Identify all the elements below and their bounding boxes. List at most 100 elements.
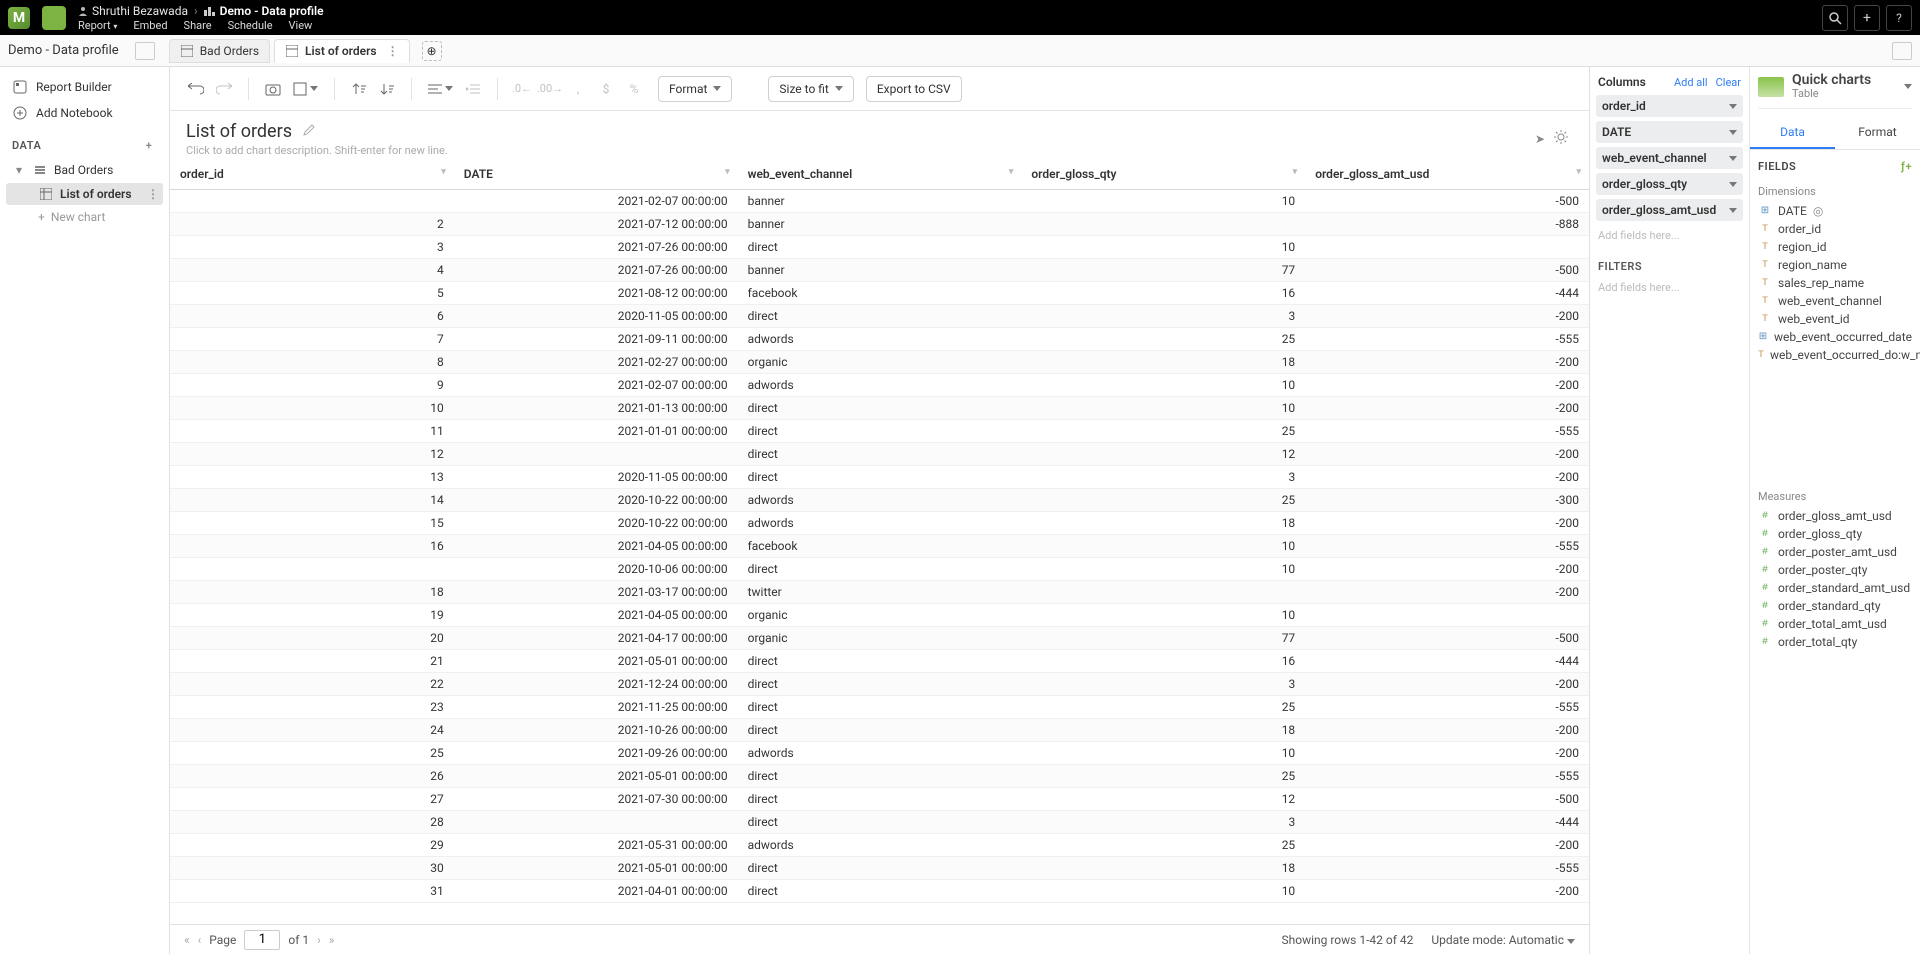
- add-tab-button[interactable]: ⊕: [422, 41, 442, 61]
- tab-bad-orders[interactable]: Bad Orders: [169, 39, 270, 63]
- app-logo[interactable]: M: [8, 7, 30, 29]
- screenshot-button[interactable]: [261, 77, 285, 101]
- table-row[interactable]: 42021-07-26 00:00:00banner77-500: [170, 259, 1589, 282]
- field-date[interactable]: ⊞DATE ◎: [1758, 202, 1912, 220]
- sort-asc-button[interactable]: [347, 77, 371, 101]
- align-dropdown[interactable]: [424, 77, 457, 101]
- panel-toggle-right[interactable]: [1892, 42, 1912, 60]
- table-row[interactable]: 82021-02-27 00:00:00organic18-200: [170, 351, 1589, 374]
- comma-button[interactable]: ,: [566, 77, 590, 101]
- size-to-fit-dropdown[interactable]: Size to fit: [768, 76, 853, 102]
- table-row[interactable]: 32021-07-26 00:00:00direct10: [170, 236, 1589, 259]
- workspace-icon[interactable]: [42, 6, 66, 30]
- table-row[interactable]: 102021-01-13 00:00:00direct10-200: [170, 397, 1589, 420]
- column-header-order_gloss_amt_usd[interactable]: order_gloss_amt_usd▾: [1305, 159, 1589, 190]
- chart-settings-button[interactable]: [1553, 129, 1573, 149]
- field-order_total_qty[interactable]: #order_total_qty: [1758, 633, 1912, 651]
- table-row[interactable]: 112021-01-01 00:00:00direct25-555: [170, 420, 1589, 443]
- decimal-dec-button[interactable]: .0←: [510, 77, 534, 101]
- clear-link[interactable]: Clear: [1716, 76, 1741, 89]
- table-row[interactable]: 292021-05-31 00:00:00adwords25-200: [170, 834, 1589, 857]
- update-mode-dropdown[interactable]: Automatic: [1509, 933, 1575, 947]
- column-pill-order_gloss_amt_usd[interactable]: order_gloss_amt_usd: [1596, 199, 1743, 221]
- rp-tab-format[interactable]: Format: [1835, 117, 1920, 149]
- column-pill-order_id[interactable]: order_id: [1596, 95, 1743, 117]
- pager-page-input[interactable]: [244, 930, 280, 950]
- chevron-down-icon[interactable]: [1729, 104, 1737, 109]
- table-row[interactable]: 142020-10-22 00:00:00adwords25-300: [170, 489, 1589, 512]
- field-order_total_amt_usd[interactable]: #order_total_amt_usd: [1758, 615, 1912, 633]
- breadcrumb-user[interactable]: Shruthi Bezawada: [78, 4, 188, 18]
- add-button[interactable]: +: [1854, 5, 1880, 31]
- add-all-link[interactable]: Add all: [1674, 76, 1708, 89]
- field-order_gloss_amt_usd[interactable]: #order_gloss_amt_usd: [1758, 507, 1912, 525]
- field-order-id[interactable]: Torder_id: [1758, 220, 1912, 238]
- tab-list-of-orders[interactable]: List of orders⋮: [274, 39, 410, 63]
- chevron-down-icon[interactable]: [1729, 208, 1737, 213]
- table-row[interactable]: 12direct12-200: [170, 443, 1589, 466]
- chevron-down-icon[interactable]: [1729, 156, 1737, 161]
- column-pill-date[interactable]: DATE: [1596, 121, 1743, 143]
- decimal-inc-button[interactable]: .00→: [538, 77, 562, 101]
- field-order_standard_qty[interactable]: #order_standard_qty: [1758, 597, 1912, 615]
- table-row[interactable]: 252021-09-26 00:00:00adwords10-200: [170, 742, 1589, 765]
- pager-first[interactable]: «: [184, 933, 190, 947]
- currency-button[interactable]: $: [594, 77, 618, 101]
- table-row[interactable]: 52021-08-12 00:00:00facebook16-444: [170, 282, 1589, 305]
- field-order_poster_amt_usd[interactable]: #order_poster_amt_usd: [1758, 543, 1912, 561]
- table-row[interactable]: 312021-04-01 00:00:00direct10-200: [170, 880, 1589, 903]
- redo-button[interactable]: [212, 77, 236, 101]
- tree-child-list-of-orders[interactable]: List of orders ⋮: [6, 183, 163, 205]
- tree-root-bad-orders[interactable]: ▾ Bad Orders: [6, 159, 163, 181]
- table-row[interactable]: 262021-05-01 00:00:00direct25-555: [170, 765, 1589, 788]
- add-notebook-button[interactable]: Add Notebook: [6, 101, 163, 125]
- add-field-button[interactable]: ƒ+: [1901, 160, 1912, 173]
- export-csv-button[interactable]: Export to CSV: [866, 76, 962, 102]
- add-data-button[interactable]: +: [141, 137, 157, 153]
- pager-last[interactable]: »: [329, 933, 335, 947]
- pager-prev[interactable]: ‹: [198, 933, 202, 947]
- column-pill-web_event_channel[interactable]: web_event_channel: [1596, 147, 1743, 169]
- kebab-icon[interactable]: ⋮: [147, 187, 159, 201]
- menu-report[interactable]: Report ▾: [78, 19, 117, 32]
- panel-toggle-left[interactable]: [135, 42, 155, 60]
- column-header-order_gloss_qty[interactable]: order_gloss_qty▾: [1021, 159, 1305, 190]
- pager-next[interactable]: ›: [317, 933, 321, 947]
- field-order_standard_amt_usd[interactable]: #order_standard_amt_usd: [1758, 579, 1912, 597]
- table-row[interactable]: 232021-11-25 00:00:00direct25-555: [170, 696, 1589, 719]
- chart-title[interactable]: List of orders: [186, 121, 292, 142]
- chevron-down-icon[interactable]: [1729, 130, 1737, 135]
- column-header-order_id[interactable]: order_id▾: [170, 159, 454, 190]
- field-web-event-channel[interactable]: Tweb_event_channel: [1758, 292, 1912, 310]
- add-column-field-drop[interactable]: Add fields here...: [1596, 225, 1743, 252]
- field-web-event-occurred-date[interactable]: ⊞web_event_occurred_date: [1758, 328, 1912, 346]
- column-header-web_event_channel[interactable]: web_event_channel▾: [738, 159, 1022, 190]
- menu-view[interactable]: View: [289, 19, 313, 32]
- table-row[interactable]: 242021-10-26 00:00:00direct18-200: [170, 719, 1589, 742]
- percent-button[interactable]: %: [622, 77, 646, 101]
- help-button[interactable]: ?: [1886, 5, 1912, 31]
- chevron-down-icon[interactable]: [1729, 182, 1737, 187]
- new-chart-button[interactable]: + New chart: [6, 207, 163, 227]
- chart-description[interactable]: Click to add chart description. Shift-en…: [186, 144, 448, 157]
- field-region-id[interactable]: Tregion_id: [1758, 238, 1912, 256]
- table-row[interactable]: 28direct3-444: [170, 811, 1589, 834]
- table-row[interactable]: 62020-11-05 00:00:00direct3-200: [170, 305, 1589, 328]
- breadcrumb-doc[interactable]: Demo - Data profile: [204, 4, 324, 18]
- column-pill-order_gloss_qty[interactable]: order_gloss_qty: [1596, 173, 1743, 195]
- rp-tab-data[interactable]: Data: [1750, 117, 1835, 149]
- table-row[interactable]: 192021-04-05 00:00:00organic10: [170, 604, 1589, 627]
- table-row[interactable]: 212021-05-01 00:00:00direct16-444: [170, 650, 1589, 673]
- table-row[interactable]: 72021-09-11 00:00:00adwords25-555: [170, 328, 1589, 351]
- table-row[interactable]: 162021-04-05 00:00:00facebook10-555: [170, 535, 1589, 558]
- table-row[interactable]: 132020-11-05 00:00:00direct3-200: [170, 466, 1589, 489]
- kebab-icon[interactable]: ⋮: [387, 44, 399, 58]
- data-table-wrapper[interactable]: order_id▾DATE▾web_event_channel▾order_gl…: [170, 159, 1589, 924]
- table-row[interactable]: 182021-03-17 00:00:00twitter-200: [170, 581, 1589, 604]
- menu-embed[interactable]: Embed: [133, 19, 167, 32]
- add-filter-field-drop[interactable]: Add fields here...: [1596, 277, 1743, 304]
- quickchart-dropdown[interactable]: [1904, 84, 1912, 89]
- layout-dropdown[interactable]: [289, 77, 322, 101]
- field-region-name[interactable]: Tregion_name: [1758, 256, 1912, 274]
- indent-button[interactable]: [461, 77, 485, 101]
